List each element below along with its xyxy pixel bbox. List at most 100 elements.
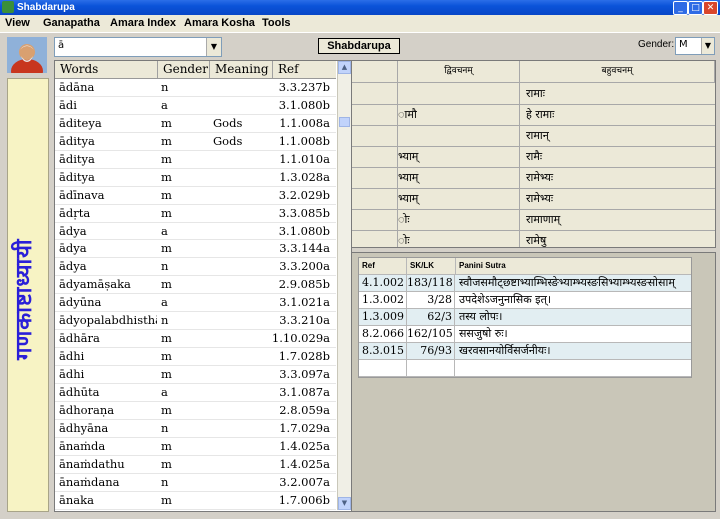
word-cell: ādya — [59, 223, 87, 238]
table-row[interactable]: ādya n 3.3.200a — [55, 258, 336, 277]
app-icon — [2, 1, 14, 13]
declension-row: भ्याम् रामेभ्यः — [351, 167, 715, 189]
sutra-row[interactable]: 4.1.002 183/118 स्वौजसमौट्छष्टाभ्याम्भिस्ङ… — [359, 275, 691, 292]
table-row[interactable]: ādyopalabdhisthā n 3.3.210a — [55, 312, 336, 331]
word-cell: ādīnava — [59, 187, 105, 202]
table-row[interactable]: ādhūta a 3.1.087a — [55, 384, 336, 402]
sutra-row[interactable]: 1.3.002 3/28 उपदेशेऽजनुनासिक इत्। — [359, 292, 691, 309]
sutra-row[interactable]: 8.2.066 162/105 ससजुषो रुः। — [359, 326, 691, 343]
meaning-cell — [209, 384, 271, 400]
table-row[interactable]: ādya m 3.3.144a — [55, 240, 336, 259]
table-row[interactable]: ādi a 3.1.080b — [55, 97, 336, 115]
scrollbar-thumb[interactable] — [339, 117, 350, 127]
table-row[interactable]: ānaṁdathu m 1.4.025a — [55, 456, 336, 474]
ref-cell: 1.7.006b — [278, 492, 330, 507]
meaning-cell — [209, 187, 271, 203]
portrait-image — [7, 37, 47, 73]
scroll-up-icon[interactable]: ▲ — [338, 61, 351, 74]
column-header-words[interactable]: Words — [55, 61, 158, 78]
sutra-sk-cell: 183/118 — [407, 275, 455, 291]
ref-cell: 3.3.003b — [271, 510, 333, 512]
gender-cell: m — [161, 205, 172, 220]
ref-cell: 1.10.029a — [271, 331, 330, 346]
menu-ganapatha[interactable]: Ganapatha — [43, 16, 100, 30]
table-row[interactable]: āditya m Gods 1.1.008b — [55, 133, 336, 151]
minimize-button[interactable]: _ — [673, 1, 688, 15]
table-row[interactable]: ādhyāna n 1.7.029a — [55, 420, 336, 438]
declension-cell-3: हे रामाः — [520, 104, 715, 125]
table-row[interactable]: ānaṁda m 1.4.025a — [55, 438, 336, 456]
gender-cell: m — [161, 277, 172, 292]
chevron-down-icon[interactable]: ▼ — [701, 38, 714, 54]
declension-cell-1 — [351, 209, 398, 230]
meaning-cell — [209, 330, 271, 346]
sutra-ref-cell: 8.3.015 — [359, 343, 407, 359]
vertical-scrollbar[interactable]: ▲ ▼ — [337, 61, 351, 510]
word-select[interactable]: ā ▼ — [54, 37, 222, 57]
table-row[interactable]: ādīnava m 3.2.029b — [55, 187, 336, 205]
meaning-cell — [209, 492, 271, 508]
gender-cell: m — [161, 331, 172, 346]
column-header-gender[interactable]: Gender — [158, 61, 210, 78]
table-row[interactable]: āditya m 1.3.028a — [55, 169, 336, 187]
ref-cell: 2.9.085b — [278, 277, 330, 292]
meaning-cell: Gods — [213, 133, 243, 148]
table-row[interactable]: ādyūna a 3.1.021a — [55, 294, 336, 313]
table-row[interactable]: ādhoraṇa m 2.8.059a — [55, 402, 336, 420]
sutra-ref-cell — [359, 360, 407, 376]
table-row[interactable]: āditya m 1.1.010a — [55, 151, 336, 169]
table-row[interactable]: ānaka m 1.7.006b — [55, 492, 336, 510]
column-header-meaning[interactable]: Meaning — [210, 61, 273, 78]
scroll-down-icon[interactable]: ▼ — [338, 497, 351, 510]
table-row[interactable]: ānakam 3.3.003b — [55, 510, 336, 512]
declension-cell-3: रामान् — [520, 125, 715, 146]
menu-amara-kosha[interactable]: Amara Kosha — [184, 16, 255, 30]
table-row[interactable]: ādāna n 3.3.237b — [55, 79, 336, 97]
gender-cell: m — [161, 151, 172, 166]
menu-amara-index[interactable]: Amara Index — [110, 16, 176, 30]
declension-row: रामान् — [351, 125, 715, 147]
table-row[interactable]: ādya a 3.1.080b — [55, 223, 336, 241]
declension-cell-1 — [351, 125, 398, 146]
word-cell: ādyopalabdhisthā — [59, 313, 157, 328]
meaning-cell — [209, 294, 271, 310]
table-row[interactable]: ādṛta m 3.3.085b — [55, 205, 336, 223]
menu-tools[interactable]: Tools — [262, 16, 291, 30]
sutra-row[interactable]: 1.3.009 62/3 तस्य लोपः। — [359, 309, 691, 326]
word-cell: āditya — [59, 151, 95, 166]
table-row[interactable]: ādyamāṣaka m 2.9.085b — [55, 276, 336, 295]
menu-view[interactable]: View — [5, 16, 30, 30]
table-row[interactable]: āditeya m Gods 1.1.008a — [55, 115, 336, 133]
word-select-value: ā — [58, 40, 65, 51]
declension-cell-3: रामेषु — [520, 230, 715, 247]
word-cell: ādhi — [59, 367, 85, 381]
word-cell: ādya — [59, 259, 87, 274]
sutra-sk-cell: 62/3 — [407, 309, 455, 325]
maximize-button[interactable]: □ — [688, 1, 703, 15]
gender-cell: a — [161, 223, 168, 238]
ref-cell: 3.3.210a — [279, 313, 330, 328]
declension-row: रामाः — [351, 83, 715, 105]
table-row[interactable]: ādhāra m 1.10.029a — [55, 330, 336, 349]
gender-select[interactable]: M ▼ — [675, 37, 715, 55]
declension-cell-2: ोः — [398, 209, 520, 230]
word-cell: ānaṁdathu — [59, 456, 125, 471]
gender-cell: m — [161, 349, 172, 364]
table-row[interactable]: ādhi m 3.3.097a — [55, 366, 336, 384]
sutra-row[interactable] — [359, 360, 691, 377]
gender-cell: m — [161, 367, 172, 381]
table-row[interactable]: ādhi m 1.7.028b — [55, 348, 336, 366]
close-button[interactable]: ✕ — [703, 1, 718, 15]
declension-cell-2 — [398, 125, 520, 146]
ref-cell: 3.3.085b — [278, 205, 330, 220]
gender-cell: n — [161, 313, 169, 328]
column-header-ref[interactable]: Ref — [273, 61, 335, 78]
meaning-cell: Gods — [213, 115, 243, 130]
meaning-cell — [209, 438, 271, 454]
gender-cell: a — [161, 295, 168, 310]
sutra-row[interactable]: 8.3.015 76/93 खरवसानयोर्विसर्जनीयः। — [359, 343, 691, 360]
chevron-down-icon[interactable]: ▼ — [206, 38, 221, 56]
table-row[interactable]: ānaṁdana n 3.2.007a — [55, 474, 336, 492]
word-cell: ādhyāna — [59, 420, 109, 435]
shabdarupa-button[interactable]: Shabdarupa — [318, 38, 400, 54]
